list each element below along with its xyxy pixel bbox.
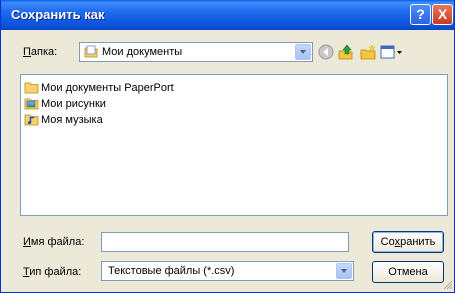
filetype-dropdown-button[interactable]: [336, 263, 352, 279]
filetype-label: Тип файла:: [23, 266, 82, 278]
folder-select[interactable]: Мои документы: [79, 42, 313, 62]
up-folder-icon[interactable]: [337, 43, 355, 61]
dialog-title: Сохранить как: [11, 7, 105, 22]
save-button[interactable]: Сохранить: [372, 231, 444, 253]
folder-value: Мои документы: [102, 46, 183, 58]
music-folder-icon: [24, 114, 39, 126]
save-as-dialog: Сохранить как ? X Папка: Мои документы М…: [0, 0, 455, 293]
list-item-label: Мои документы PaperPort: [41, 82, 174, 94]
folder-dropdown-button[interactable]: [295, 44, 311, 60]
folder-label: Папка:: [23, 46, 58, 58]
new-folder-icon[interactable]: [359, 43, 377, 61]
back-icon[interactable]: [317, 43, 335, 61]
view-menu-icon[interactable]: [380, 43, 404, 61]
pictures-folder-icon: [24, 98, 39, 110]
file-list[interactable]: Мои документы PaperPort Мои рисунки Моя …: [20, 74, 448, 216]
filename-label: Имя файла:: [23, 236, 85, 248]
close-button[interactable]: X: [432, 4, 453, 25]
title-bar[interactable]: Сохранить как ? X: [1, 0, 454, 30]
filename-input[interactable]: [101, 232, 349, 252]
help-button[interactable]: ?: [410, 4, 431, 25]
resize-grip-icon[interactable]: [441, 278, 453, 290]
help-icon: ?: [416, 6, 425, 22]
filetype-value: Текстовые файлы (*.csv): [108, 265, 235, 277]
folder-icon: [24, 82, 39, 94]
close-icon: X: [437, 6, 448, 22]
list-item-label: Моя музыка: [41, 114, 103, 126]
list-item-label: Мои рисунки: [41, 98, 106, 110]
documents-folder-icon: [84, 45, 98, 58]
cancel-button[interactable]: Отмена: [372, 261, 444, 283]
filetype-select[interactable]: Текстовые файлы (*.csv): [101, 261, 354, 281]
